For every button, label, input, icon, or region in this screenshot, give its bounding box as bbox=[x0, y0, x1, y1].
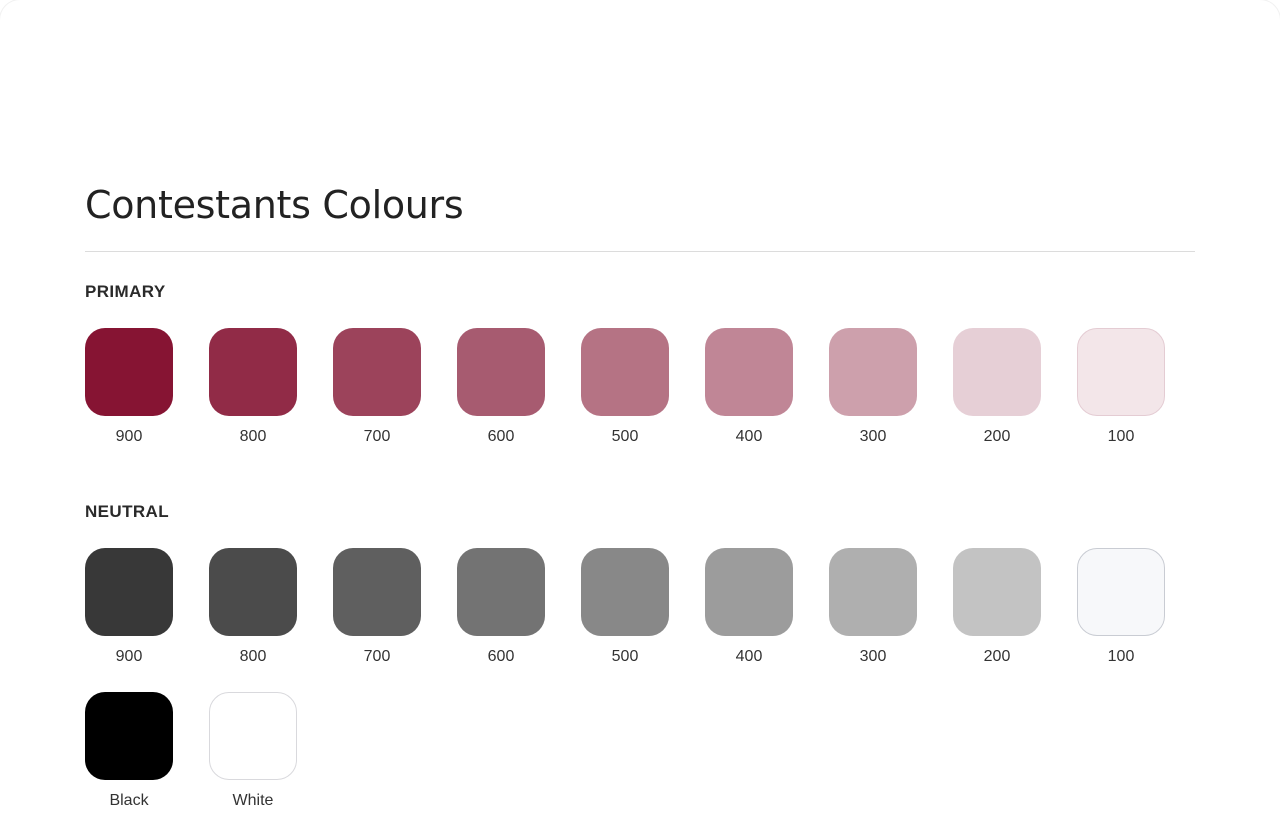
swatch-label: 800 bbox=[239, 648, 267, 665]
neutral-swatch-row: 900 800 700 600 500 400 300 200 100 bbox=[85, 548, 1165, 666]
neutral-swatch-item-500[interactable]: 500 bbox=[581, 548, 669, 666]
color-swatch[interactable] bbox=[333, 328, 421, 416]
color-swatch[interactable] bbox=[85, 328, 173, 416]
base-swatch-row: Black White bbox=[85, 692, 297, 810]
swatch-item-black[interactable]: Black bbox=[85, 692, 173, 810]
palette-content: Contestants Colours PRIMARY 900 800 700 … bbox=[85, 180, 1195, 809]
color-swatch[interactable] bbox=[85, 548, 173, 636]
primary-swatch-item-800[interactable]: 800 bbox=[209, 328, 297, 446]
neutral-swatch-item-600[interactable]: 600 bbox=[457, 548, 545, 666]
swatch-label: 200 bbox=[983, 428, 1011, 445]
primary-swatch-item-300[interactable]: 300 bbox=[829, 328, 917, 446]
primary-swatch-item-600[interactable]: 600 bbox=[457, 328, 545, 446]
color-swatch[interactable] bbox=[1077, 328, 1165, 416]
primary-swatch-item-700[interactable]: 700 bbox=[333, 328, 421, 446]
color-swatch[interactable] bbox=[1077, 548, 1165, 636]
color-swatch[interactable] bbox=[705, 548, 793, 636]
primary-section-label: PRIMARY bbox=[85, 282, 166, 301]
swatch-item-white[interactable]: White bbox=[209, 692, 297, 810]
color-swatch[interactable] bbox=[85, 692, 173, 780]
swatch-label: White bbox=[232, 792, 274, 809]
color-swatch[interactable] bbox=[581, 548, 669, 636]
swatch-label: Black bbox=[109, 792, 149, 809]
swatch-label: 700 bbox=[363, 428, 391, 445]
neutral-swatch-item-900[interactable]: 900 bbox=[85, 548, 173, 666]
primary-swatch-item-400[interactable]: 400 bbox=[705, 328, 793, 446]
neutral-section-label: NEUTRAL bbox=[85, 502, 170, 521]
palette-page: Contestants Colours PRIMARY 900 800 700 … bbox=[0, 0, 1280, 835]
swatch-label: 400 bbox=[735, 428, 763, 445]
swatch-label: 300 bbox=[859, 428, 887, 445]
color-swatch[interactable] bbox=[953, 548, 1041, 636]
neutral-swatch-item-800[interactable]: 800 bbox=[209, 548, 297, 666]
color-swatch[interactable] bbox=[333, 548, 421, 636]
swatch-label: 400 bbox=[735, 648, 763, 665]
swatch-label: 800 bbox=[239, 428, 267, 445]
color-swatch[interactable] bbox=[829, 548, 917, 636]
swatch-label: 600 bbox=[487, 648, 515, 665]
swatch-label: 900 bbox=[115, 648, 143, 665]
swatch-label: 200 bbox=[983, 648, 1011, 665]
neutral-swatch-item-700[interactable]: 700 bbox=[333, 548, 421, 666]
swatch-label: 500 bbox=[611, 648, 639, 665]
neutral-swatch-item-400[interactable]: 400 bbox=[705, 548, 793, 666]
swatch-label: 900 bbox=[115, 428, 143, 445]
neutral-swatch-item-200[interactable]: 200 bbox=[953, 548, 1041, 666]
neutral-swatch-item-100[interactable]: 100 bbox=[1077, 548, 1165, 666]
color-swatch[interactable] bbox=[209, 548, 297, 636]
color-swatch[interactable] bbox=[209, 328, 297, 416]
primary-swatch-row: 900 800 700 600 500 400 300 200 100 bbox=[85, 328, 1165, 446]
swatch-label: 500 bbox=[611, 428, 639, 445]
primary-swatch-item-200[interactable]: 200 bbox=[953, 328, 1041, 446]
color-swatch[interactable] bbox=[581, 328, 669, 416]
color-swatch[interactable] bbox=[829, 328, 917, 416]
swatch-label: 600 bbox=[487, 428, 515, 445]
primary-swatch-item-500[interactable]: 500 bbox=[581, 328, 669, 446]
color-swatch[interactable] bbox=[953, 328, 1041, 416]
page-title: Contestants Colours bbox=[85, 183, 464, 227]
neutral-swatch-item-300[interactable]: 300 bbox=[829, 548, 917, 666]
swatch-label: 100 bbox=[1107, 648, 1135, 665]
swatch-label: 100 bbox=[1107, 428, 1135, 445]
primary-swatch-item-900[interactable]: 900 bbox=[85, 328, 173, 446]
swatch-label: 700 bbox=[363, 648, 391, 665]
title-divider bbox=[85, 251, 1195, 252]
color-swatch[interactable] bbox=[705, 328, 793, 416]
color-swatch[interactable] bbox=[457, 548, 545, 636]
primary-swatch-item-100[interactable]: 100 bbox=[1077, 328, 1165, 446]
color-swatch[interactable] bbox=[209, 692, 297, 780]
color-swatch[interactable] bbox=[457, 328, 545, 416]
swatch-label: 300 bbox=[859, 648, 887, 665]
